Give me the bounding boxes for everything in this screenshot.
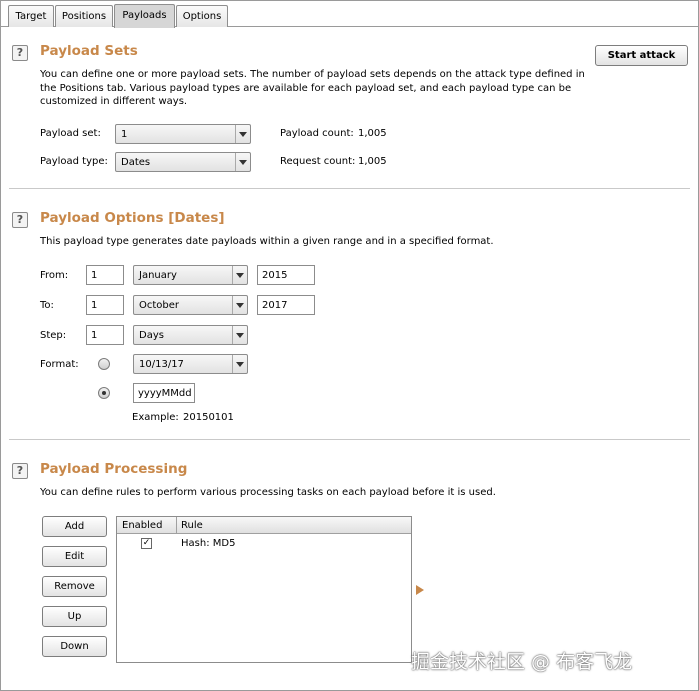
up-rule-button[interactable]: Up <box>42 606 107 627</box>
format-preset-select[interactable]: 10/13/17 <box>133 354 248 374</box>
example-value: 20150101 <box>183 412 234 423</box>
tab-target[interactable]: Target <box>8 5 54 27</box>
dropdown-arrow-icon <box>232 326 247 344</box>
payload-type-label: Payload type: <box>40 156 108 167</box>
tab-payloads[interactable]: Payloads <box>114 4 175 28</box>
format-custom-radio[interactable] <box>98 387 110 399</box>
payload-set-select[interactable]: 1 <box>115 124 251 144</box>
dropdown-arrow-icon <box>232 296 247 314</box>
help-icon[interactable]: ? <box>12 212 28 228</box>
start-attack-button[interactable]: Start attack <box>595 45 688 66</box>
format-preset-radio[interactable] <box>98 358 110 370</box>
down-rule-button[interactable]: Down <box>42 636 107 657</box>
to-day-value: 1 <box>91 300 98 311</box>
step-input[interactable]: 1 <box>86 325 124 345</box>
request-count-label: Request count: <box>280 156 356 167</box>
to-year-value: 2017 <box>262 300 288 311</box>
help-icon[interactable]: ? <box>12 45 28 61</box>
to-label: To: <box>40 300 54 311</box>
format-custom-input[interactable]: yyyyMMdd <box>133 383 195 403</box>
play-arrow-icon[interactable] <box>416 585 424 595</box>
section-divider <box>9 439 690 440</box>
to-year-input[interactable]: 2017 <box>257 295 315 315</box>
tab-positions[interactable]: Positions <box>55 5 113 27</box>
payload-type-value: Dates <box>121 157 151 168</box>
dropdown-arrow-icon <box>235 153 250 171</box>
payload-count-label: Payload count: <box>280 128 354 139</box>
checkbox-checked-icon[interactable]: ✓ <box>141 538 152 549</box>
payload-set-label: Payload set: <box>40 128 101 139</box>
from-year-input[interactable]: 2015 <box>257 265 315 285</box>
from-year-value: 2015 <box>262 270 288 281</box>
burp-intruder-panel: Target Positions Payloads Options ? Payl… <box>0 0 699 691</box>
payload-processing-description: You can define rules to perform various … <box>40 487 496 498</box>
step-label: Step: <box>40 330 67 341</box>
payload-options-title: Payload Options [Dates] <box>40 210 225 226</box>
remove-rule-button[interactable]: Remove <box>42 576 107 597</box>
from-month-value: January <box>139 270 177 281</box>
column-separator <box>176 517 177 534</box>
from-label: From: <box>40 270 69 281</box>
from-month-select[interactable]: January <box>133 265 248 285</box>
payload-sets-title: Payload Sets <box>40 43 138 59</box>
example-label: Example: <box>132 412 179 423</box>
format-preset-value: 10/13/17 <box>139 359 184 370</box>
payload-options-description: This payload type generates date payload… <box>40 236 494 247</box>
watermark: 掘金技术社区 @ 布客飞龙 <box>411 651 633 673</box>
dropdown-arrow-icon <box>232 355 247 373</box>
to-month-select[interactable]: October <box>133 295 248 315</box>
payload-count-value: 1,005 <box>358 128 387 139</box>
tab-options[interactable]: Options <box>176 5 228 27</box>
dropdown-arrow-icon <box>232 266 247 284</box>
from-day-value: 1 <box>91 270 98 281</box>
add-rule-button[interactable]: Add <box>42 516 107 537</box>
step-unit-select[interactable]: Days <box>133 325 248 345</box>
dropdown-arrow-icon <box>235 125 250 143</box>
format-label: Format: <box>40 359 79 370</box>
rule-cell: Hash: MD5 <box>181 538 236 549</box>
table-header: Enabled Rule <box>117 517 411 534</box>
payload-type-select[interactable]: Dates <box>115 152 251 172</box>
step-unit-value: Days <box>139 330 164 341</box>
from-day-input[interactable]: 1 <box>86 265 124 285</box>
payload-set-value: 1 <box>121 129 128 140</box>
table-row[interactable]: ✓ Hash: MD5 <box>117 536 411 552</box>
section-divider <box>9 188 690 189</box>
edit-rule-button[interactable]: Edit <box>42 546 107 567</box>
request-count-value: 1,005 <box>358 156 387 167</box>
payload-sets-description: You can define one or more payload sets.… <box>40 69 585 107</box>
to-day-input[interactable]: 1 <box>86 295 124 315</box>
help-icon[interactable]: ? <box>12 463 28 479</box>
format-custom-value: yyyyMMdd <box>138 388 192 399</box>
column-enabled[interactable]: Enabled <box>122 520 162 531</box>
column-rule[interactable]: Rule <box>181 520 203 531</box>
step-value: 1 <box>91 330 98 341</box>
tab-bar: Target Positions Payloads Options <box>1 1 699 28</box>
processing-rules-table: Enabled Rule ✓ Hash: MD5 <box>116 516 412 663</box>
payload-processing-title: Payload Processing <box>40 461 188 477</box>
to-month-value: October <box>139 300 180 311</box>
